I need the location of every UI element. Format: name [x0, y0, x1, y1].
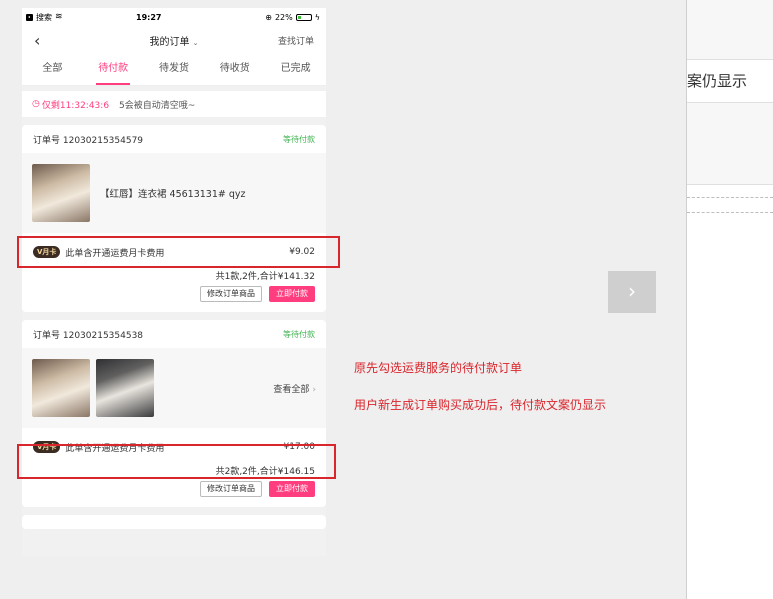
goods-row[interactable]: 查看全部 ›	[22, 348, 326, 428]
order-status: 等待付款	[283, 329, 315, 339]
battery-icon	[295, 13, 312, 21]
product-image[interactable]	[32, 164, 90, 222]
right-panel-text: 案仍显示	[687, 60, 773, 103]
order-card[interactable]: 订单号 12030215354579 等待付款 【红唇】连衣裙 45613131…	[22, 125, 326, 312]
wifi-icon: ≋	[55, 12, 63, 22]
pay-now-button[interactable]: 立即付款	[269, 481, 315, 497]
battery-percent: 22%	[274, 12, 293, 22]
find-order-button[interactable]: 查找订单	[254, 34, 314, 47]
tab-all[interactable]: 全部	[22, 54, 83, 85]
product-image[interactable]	[32, 359, 90, 417]
tab-pending-receipt[interactable]: 待收货	[204, 54, 265, 85]
canvas: 搜索 ≋ 19:27 ⊕ 22% ϟ ‹ 我的订单 ⌄ 查找订单 全部 待付款 …	[0, 0, 686, 599]
back-app-label[interactable]: 搜索	[36, 12, 52, 23]
tab-pending-payment[interactable]: 待付款	[83, 54, 144, 85]
orientation-lock-icon: ⊕	[265, 12, 272, 22]
annotation-note: 原先勾选运费服务的待付款订单	[354, 361, 523, 375]
chevron-down-icon: ⌄	[192, 38, 199, 47]
tab-completed[interactable]: 已完成	[265, 54, 326, 85]
right-panel: 案仍显示	[686, 0, 773, 599]
highlight-box	[17, 236, 340, 268]
goods-row[interactable]: 【红唇】连衣裙 45613131# qyz	[22, 153, 326, 233]
notice-text: 5会被自动清空哦~	[119, 100, 196, 111]
status-bar: 搜索 ≋ 19:27 ⊕ 22% ϟ	[22, 8, 326, 26]
order-status: 等待付款	[283, 134, 315, 144]
order-tabs: 全部 待付款 待发货 待收货 已完成	[22, 54, 326, 86]
clock-icon: ◷	[32, 99, 40, 109]
see-all-link[interactable]: 查看全部 ›	[273, 382, 316, 395]
nav-bar: ‹ 我的订单 ⌄ 查找订单	[22, 26, 326, 54]
tab-pending-shipment[interactable]: 待发货	[144, 54, 205, 85]
goods-name: 【红唇】连衣裙 45613131# qyz	[100, 189, 246, 200]
pay-now-button[interactable]: 立即付款	[269, 286, 315, 302]
highlight-box	[17, 444, 336, 479]
chevron-right-icon: ›	[312, 384, 316, 395]
annotation-note: 用户新生成订单购买成功后，待付款文案仍显示	[354, 398, 607, 412]
modify-order-button[interactable]: 修改订单商品	[200, 286, 262, 302]
back-to-app-icon[interactable]	[26, 13, 33, 21]
page-title[interactable]: 我的订单 ⌄	[94, 33, 254, 48]
order-number: 订单号 12030215354538	[33, 330, 144, 341]
divider	[687, 197, 773, 213]
back-icon[interactable]: ‹	[34, 31, 94, 50]
page-title-text: 我的订单	[149, 36, 190, 48]
countdown-notice: ◷ 仅剩11:32:43:6 5会被自动清空哦~	[22, 91, 326, 117]
next-arrow-button[interactable]: ›	[608, 271, 656, 313]
charging-icon: ϟ	[314, 12, 320, 22]
see-all-label: 查看全部	[273, 384, 310, 395]
product-image[interactable]	[96, 359, 154, 417]
order-number: 订单号 12030215354579	[33, 135, 144, 146]
countdown-timer: 仅剩11:32:43:6	[41, 100, 110, 111]
modify-order-button[interactable]: 修改订单商品	[200, 481, 262, 497]
status-time: 19:27	[136, 12, 162, 22]
order-card-partial	[22, 515, 326, 529]
